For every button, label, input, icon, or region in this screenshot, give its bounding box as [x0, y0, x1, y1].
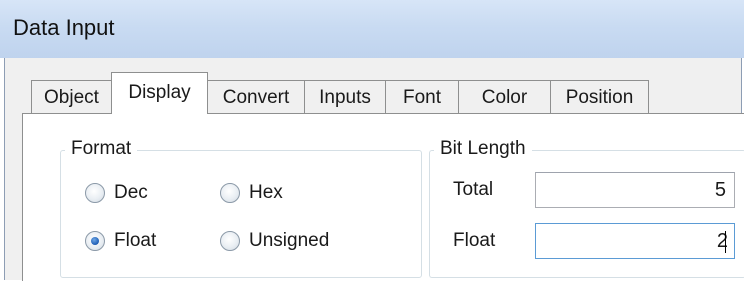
radio-unsigned-label: Unsigned — [249, 230, 330, 251]
radio-float-label: Float — [114, 230, 157, 251]
radio-hex-label: Hex — [249, 182, 283, 203]
radio-hex[interactable]: Hex — [220, 182, 283, 204]
format-group-label: Format — [65, 138, 138, 160]
radio-unsigned[interactable]: Unsigned — [220, 230, 329, 252]
bit-length-group-label: Bit Length — [434, 138, 532, 160]
radio-dec[interactable]: Dec — [85, 182, 148, 204]
float-bit-length-input[interactable]: 2 — [535, 223, 735, 259]
tab-color[interactable]: Color — [458, 80, 551, 113]
radio-dec-label: Dec — [114, 182, 148, 203]
float-bit-length-value: 2 — [716, 230, 728, 252]
window-title: Data Input — [13, 15, 115, 40]
total-bit-length-input[interactable]: 5 — [535, 172, 735, 208]
tab-object[interactable]: Object — [31, 80, 112, 113]
format-groupbox — [60, 150, 422, 278]
tab-position[interactable]: Position — [550, 80, 649, 113]
float-label: Float — [453, 230, 496, 251]
text-caret — [725, 230, 726, 253]
total-bit-length-value: 5 — [714, 179, 726, 201]
total-label: Total — [453, 179, 494, 200]
tab-display[interactable]: Display — [111, 72, 208, 114]
radio-dec-button[interactable] — [85, 183, 105, 203]
tab-convert[interactable]: Convert — [207, 80, 305, 113]
tab-inputs[interactable]: Inputs — [304, 80, 386, 113]
display-tab-panel: Format Dec Hex Float Unsigned Bit Length… — [22, 113, 744, 281]
title-bar: Data Input — [0, 0, 744, 58]
radio-float-button[interactable] — [85, 231, 105, 251]
radio-hex-button[interactable] — [220, 183, 240, 203]
radio-unsigned-button[interactable] — [220, 231, 240, 251]
radio-float[interactable]: Float — [85, 230, 156, 252]
tab-font[interactable]: Font — [385, 80, 459, 113]
